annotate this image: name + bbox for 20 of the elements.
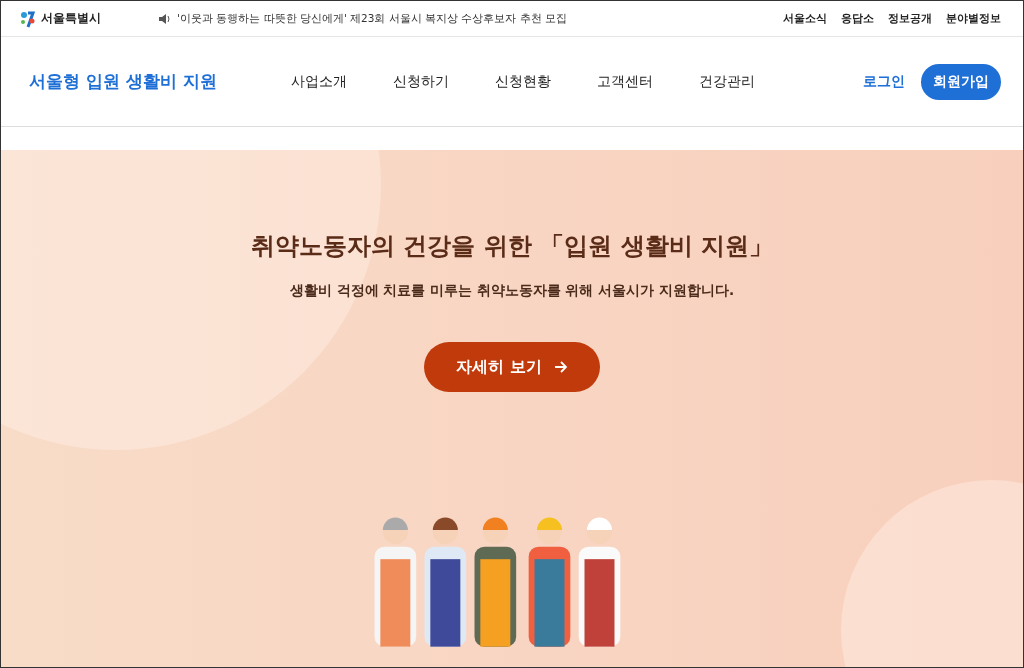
city-logo-text[interactable]: 서울특별시 <box>41 10 101 27</box>
nav-item[interactable]: 신청하기 <box>393 72 449 91</box>
login-link[interactable]: 로그인 <box>863 72 905 91</box>
nav-item[interactable]: 사업소개 <box>291 72 347 91</box>
top-link[interactable]: 서울소식 <box>783 11 827 26</box>
site-title[interactable]: 서울형 입원 생활비 지원 <box>29 70 291 93</box>
top-link[interactable]: 정보공개 <box>888 11 932 26</box>
hero-subtitle: 생활비 걱정에 치료를 미루는 취약노동자를 위해 서울시가 지원합니다. <box>290 282 734 300</box>
speaker-icon <box>159 13 171 24</box>
city-logo-icon <box>19 9 37 28</box>
top-link[interactable]: 분야별정보 <box>946 11 1001 26</box>
notice-link[interactable]: '이웃과 동행하는 따뜻한 당신에게' 제23회 서울시 복지상 수상후보자 추천 모집 <box>177 11 568 26</box>
signup-button[interactable]: 회원가입 <box>921 63 1001 100</box>
arrow-right-icon <box>553 361 568 373</box>
details-button[interactable]: 자세히 보기 <box>424 342 600 392</box>
nav-item[interactable]: 건강관리 <box>699 72 755 91</box>
top-link[interactable]: 응답소 <box>841 11 874 26</box>
nav-item[interactable]: 신청현황 <box>495 72 551 91</box>
nav-item[interactable]: 고객센터 <box>597 72 653 91</box>
hero-title: 취약노동자의 건강을 위한 「입원 생활비 지원」 <box>251 231 773 262</box>
